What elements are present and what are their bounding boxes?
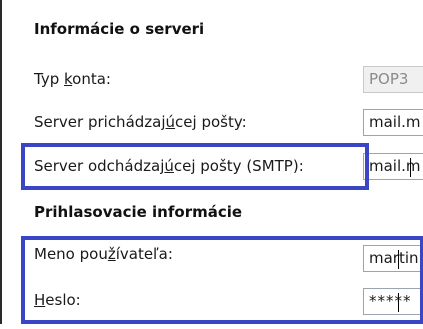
account-type-field: POP3 bbox=[363, 66, 423, 93]
outgoing-server-input[interactable]: mail.m bbox=[363, 153, 423, 180]
account-type-label: Typ konta: bbox=[34, 70, 111, 88]
window-left-border bbox=[0, 0, 2, 329]
server-info-heading: Informácie o serveri bbox=[34, 20, 205, 38]
login-info-highlight bbox=[21, 236, 423, 324]
outgoing-server-highlight bbox=[21, 143, 369, 190]
window-bottom-edge bbox=[0, 324, 423, 329]
text-caret bbox=[410, 158, 411, 177]
incoming-server-label: Server prichádzajúcej pošty: bbox=[34, 113, 247, 131]
login-info-heading: Prihlasovacie informácie bbox=[34, 203, 243, 221]
incoming-server-input[interactable]: mail.m bbox=[363, 109, 423, 136]
